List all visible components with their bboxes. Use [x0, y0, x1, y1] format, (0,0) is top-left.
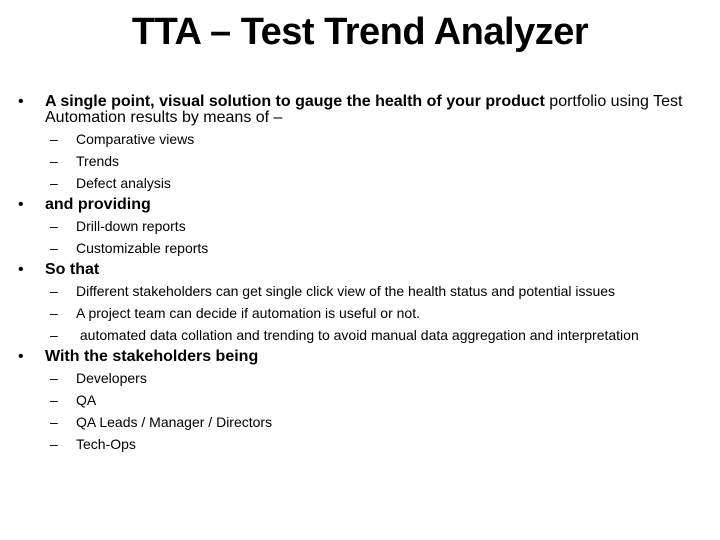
sub-bullet-item: – Drill-down reports	[18, 218, 688, 234]
dash-icon: –	[50, 370, 58, 386]
sub-bullet-item: – Customizable reports	[18, 240, 688, 256]
sub-bullet-text: Trends	[76, 153, 120, 169]
sub-bullet-text: Developers	[76, 370, 147, 386]
bullet-icon: •	[18, 348, 24, 365]
dash-icon: –	[50, 131, 58, 147]
dash-icon: –	[50, 392, 58, 408]
sub-bullet-text: Comparative views	[76, 131, 195, 147]
sub-bullet-text: QA	[76, 392, 97, 408]
bullet-item: • and providing	[18, 197, 688, 213]
dash-icon: –	[50, 240, 58, 256]
dash-icon: –	[50, 305, 58, 321]
dash-icon: –	[50, 153, 58, 169]
sub-bullet-text: Different stakeholders can get single cl…	[76, 283, 616, 299]
slide-title: TTA – Test Trend Analyzer	[131, 11, 589, 53]
sub-bullet-text: Defect analysis	[76, 175, 171, 191]
dash-icon: –	[50, 327, 58, 343]
bullet-bold-text: So that	[45, 261, 100, 278]
dash-icon: –	[50, 436, 58, 452]
bullet-bold-text: With the stakeholders being	[45, 348, 259, 365]
bullet-item: • So that	[18, 262, 688, 278]
sub-bullet-text: Tech-Ops	[76, 436, 136, 452]
sub-bullet-item: – automated data collation and trending …	[18, 327, 688, 343]
bullet-icon: •	[18, 93, 24, 110]
dash-icon: –	[50, 218, 58, 234]
slide: TTA – Test Trend Analyzer • A single poi…	[0, 0, 720, 540]
bullet-item: • A single point, visual solution to gau…	[18, 94, 688, 126]
sub-bullet-text: A project team can decide if automation …	[76, 305, 420, 321]
sub-bullet-item: – Comparative views	[18, 131, 688, 147]
sub-bullet-item: – A project team can decide if automatio…	[18, 305, 688, 321]
bullet-icon: •	[18, 196, 24, 213]
dash-icon: –	[50, 175, 58, 191]
bullet-list: • A single point, visual solution to gau…	[18, 94, 688, 458]
bullet-icon: •	[18, 261, 24, 278]
sub-bullet-item: – Different stakeholders can get single …	[18, 283, 688, 299]
sub-bullet-item: – Trends	[18, 153, 688, 169]
dash-icon: –	[50, 414, 58, 430]
bullet-item: • With the stakeholders being	[18, 349, 688, 365]
sub-bullet-item: – Tech-Ops	[18, 436, 688, 452]
sub-bullet-item: – Defect analysis	[18, 175, 688, 191]
dash-icon: –	[50, 283, 58, 299]
sub-bullet-text: QA Leads / Manager / Directors	[76, 414, 273, 430]
sub-bullet-text: automated data collation and trending to…	[76, 327, 639, 343]
sub-bullet-text: Drill-down reports	[76, 218, 186, 234]
bullet-bold-text: and providing	[45, 196, 151, 213]
sub-bullet-item: – QA Leads / Manager / Directors	[18, 414, 688, 430]
sub-bullet-text: Customizable reports	[76, 240, 209, 256]
sub-bullet-item: – Developers	[18, 370, 688, 386]
bullet-bold-text: A single point, visual solution to gauge…	[45, 93, 545, 110]
sub-bullet-item: – QA	[18, 392, 688, 408]
